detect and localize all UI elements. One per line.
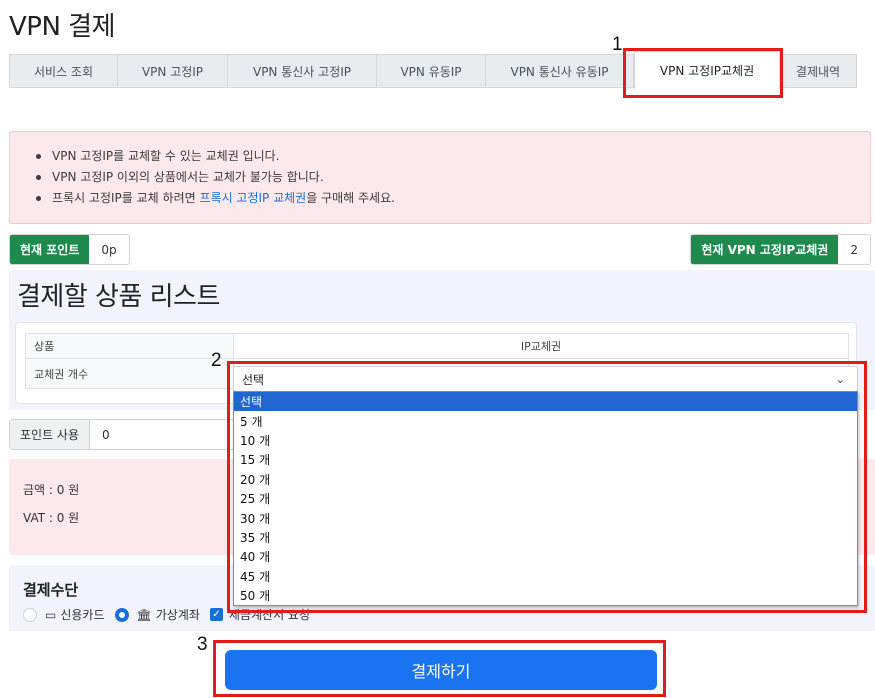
point-use-field: 포인트 사용 0 <box>9 419 239 450</box>
tab-vpn-dynamic-ip[interactable]: VPN 유동IP <box>377 55 486 87</box>
notice-item: VPN 고정IP 이외의 상품에서는 교체가 불가능 합니다. <box>36 167 870 188</box>
amount-vat: VAT : 0 원 <box>23 511 80 525</box>
notice-text: 프록시 고정IP를 교체 하려면 <box>52 191 200 205</box>
current-points-label: 현재 포인트 <box>10 235 90 264</box>
virtual-account-label: 가상계좌 <box>155 608 200 622</box>
annotation-number-2: 2 <box>211 350 222 371</box>
annotation-box-3 <box>213 640 666 697</box>
table-row: 상품 IP교체권 <box>26 334 848 358</box>
product-list-title: 결제할 상품 리스트 <box>17 282 220 312</box>
credit-card-option[interactable]: ▭ 신용카드 <box>23 606 105 623</box>
tab-vpn-carrier-static-ip[interactable]: VPN 통신사 고정IP <box>228 55 377 87</box>
notice-box: VPN 고정IP를 교체할 수 있는 교체권 입니다. VPN 고정IP 이외의… <box>9 131 871 224</box>
product-label: 상품 <box>26 334 234 358</box>
current-tickets-value: 2 <box>850 242 858 257</box>
current-tickets: 현재 VPN 고정IP교체권 2 <box>690 234 871 265</box>
annotation-number-1: 1 <box>612 34 623 55</box>
annotation-box-2 <box>227 361 867 613</box>
annotation-number-3: 3 <box>197 634 208 655</box>
page-title: VPN 결제 <box>9 12 116 42</box>
point-use-label: 포인트 사용 <box>10 420 91 449</box>
payment-method-title: 결제수단 <box>23 581 79 599</box>
product-value: IP교체권 <box>520 340 562 353</box>
virtual-account-option[interactable]: 🏛 가상계좌 <box>114 606 200 623</box>
virtual-account-radio[interactable] <box>114 607 129 622</box>
notice-item: 프록시 고정IP를 교체 하려면 프록시 고정IP 교체권을 구매해 주세요. <box>36 188 870 209</box>
current-points-value: 0p <box>101 242 117 257</box>
credit-card-label: 신용카드 <box>60 608 105 622</box>
current-points: 현재 포인트 0p <box>9 234 130 265</box>
amount-price: 금액 : 0 원 <box>23 483 80 497</box>
tab-vpn-static-ip[interactable]: VPN 고정IP <box>118 55 228 87</box>
proxy-ticket-link[interactable]: 프록시 고정IP 교체권 <box>199 191 306 205</box>
credit-card-icon: ▭ <box>45 607 57 622</box>
tab-payment-history[interactable]: 결제내역 <box>780 55 856 87</box>
notice-item: VPN 고정IP를 교체할 수 있는 교체권 입니다. <box>36 146 870 167</box>
tab-service-lookup[interactable]: 서비스 조회 <box>10 55 118 87</box>
current-tickets-label: 현재 VPN 고정IP교체권 <box>691 235 839 264</box>
point-use-input[interactable]: 0 <box>90 420 110 449</box>
credit-card-radio[interactable] <box>23 607 37 622</box>
ticket-count-label: 교체권 개수 <box>26 359 234 388</box>
bank-icon: 🏛 <box>136 607 152 622</box>
notice-text: 을 구매해 주세요. <box>306 191 395 205</box>
tax-invoice-checkbox[interactable]: ✓ <box>209 608 223 621</box>
tab-vpn-carrier-dynamic-ip[interactable]: VPN 통신사 유동IP <box>486 55 634 87</box>
annotation-box-1 <box>623 48 783 98</box>
